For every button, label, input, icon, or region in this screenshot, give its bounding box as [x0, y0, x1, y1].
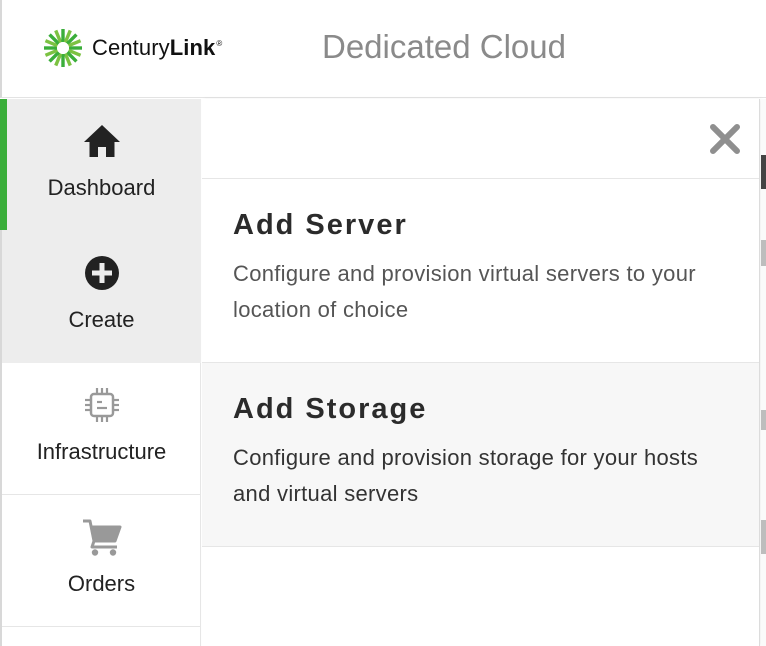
option-title: Add Server [233, 209, 408, 241]
cart-icon [81, 517, 123, 557]
sidebar-nav: Dashboard Create Infrastructure Orders [0, 99, 201, 646]
background-page-fragment [761, 240, 766, 266]
sidebar-item-label: Orders [67, 571, 136, 596]
app-title: Dedicated Cloud [322, 28, 566, 65]
option-description: Configure and provision virtual servers … [233, 261, 696, 322]
close-button[interactable] [709, 123, 741, 155]
option-description: Configure and provision storage for your… [233, 445, 699, 506]
sidebar-item-create[interactable]: Create [2, 231, 201, 363]
close-icon [710, 124, 740, 154]
add-server-option[interactable]: Add Server Configure and provision virtu… [202, 179, 759, 363]
sidebar-item-infrastructure[interactable]: Infrastructure [2, 363, 201, 495]
home-icon [82, 121, 122, 161]
active-indicator [0, 99, 7, 230]
plus-circle-icon [84, 253, 120, 293]
sidebar-item-label: Dashboard [47, 175, 156, 200]
centurylink-logo-icon [44, 29, 82, 67]
app-header: CenturyLink® Dedicated Cloud [0, 0, 766, 98]
brand-name: CenturyLink® [92, 35, 223, 60]
sidebar-item-label: Infrastructure [36, 439, 167, 464]
background-page-fragment [761, 410, 766, 430]
sidebar-item-label: Create [68, 307, 135, 332]
panel-header [202, 99, 759, 179]
create-panel: Add Server Configure and provision virtu… [202, 99, 760, 646]
brand-logo[interactable]: CenturyLink® [42, 27, 222, 69]
chip-icon [82, 385, 122, 425]
background-page-fragment [761, 155, 766, 189]
background-page-fragment [761, 520, 766, 554]
add-storage-option[interactable]: Add Storage Configure and provision stor… [202, 363, 759, 547]
sidebar-item-dashboard[interactable]: Dashboard [0, 99, 201, 231]
option-title: Add Storage [233, 393, 428, 425]
sidebar-item-orders[interactable]: Orders [2, 495, 201, 627]
